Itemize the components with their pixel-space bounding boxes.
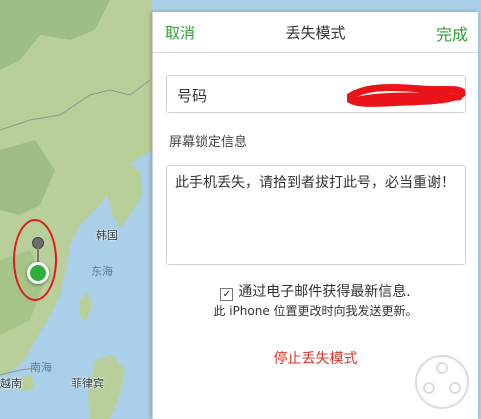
map-label-east-sea: 东海 xyxy=(91,265,113,278)
email-updates-checkbox[interactable]: ✓ xyxy=(220,288,234,301)
map-label-korea: 韩国 xyxy=(96,229,118,242)
red-circle-annotation xyxy=(13,219,57,301)
email-updates-label: 通过电子邮件获得最新信息. xyxy=(238,284,411,300)
map-label-south-sea: 南海 xyxy=(30,361,52,374)
panel-title: 丢失模式 xyxy=(285,24,346,42)
panel-header: 取消 丢失模式 完成 xyxy=(153,12,478,53)
email-updates-option[interactable]: ✓ 通过电子邮件获得最新信息. xyxy=(153,283,478,301)
phone-number-field[interactable]: 号码 xyxy=(166,75,466,113)
lock-message-textarea[interactable]: 此手机丢失，请拾到者拔打此号，必当重谢！ xyxy=(166,165,466,265)
email-updates-description: 此 iPhone 位置更改时向我发送更新。 xyxy=(213,304,418,318)
phone-number-label: 号码 xyxy=(177,87,208,105)
watermark-logo-icon xyxy=(415,355,469,409)
map-label-philippines: 菲律宾 xyxy=(71,377,104,390)
redaction-scribble xyxy=(347,84,465,107)
lock-message-label: 屏幕锁定信息 xyxy=(169,135,248,150)
map-label-vietnam: 越南 xyxy=(0,377,22,390)
done-button[interactable]: 完成 xyxy=(436,21,468,45)
